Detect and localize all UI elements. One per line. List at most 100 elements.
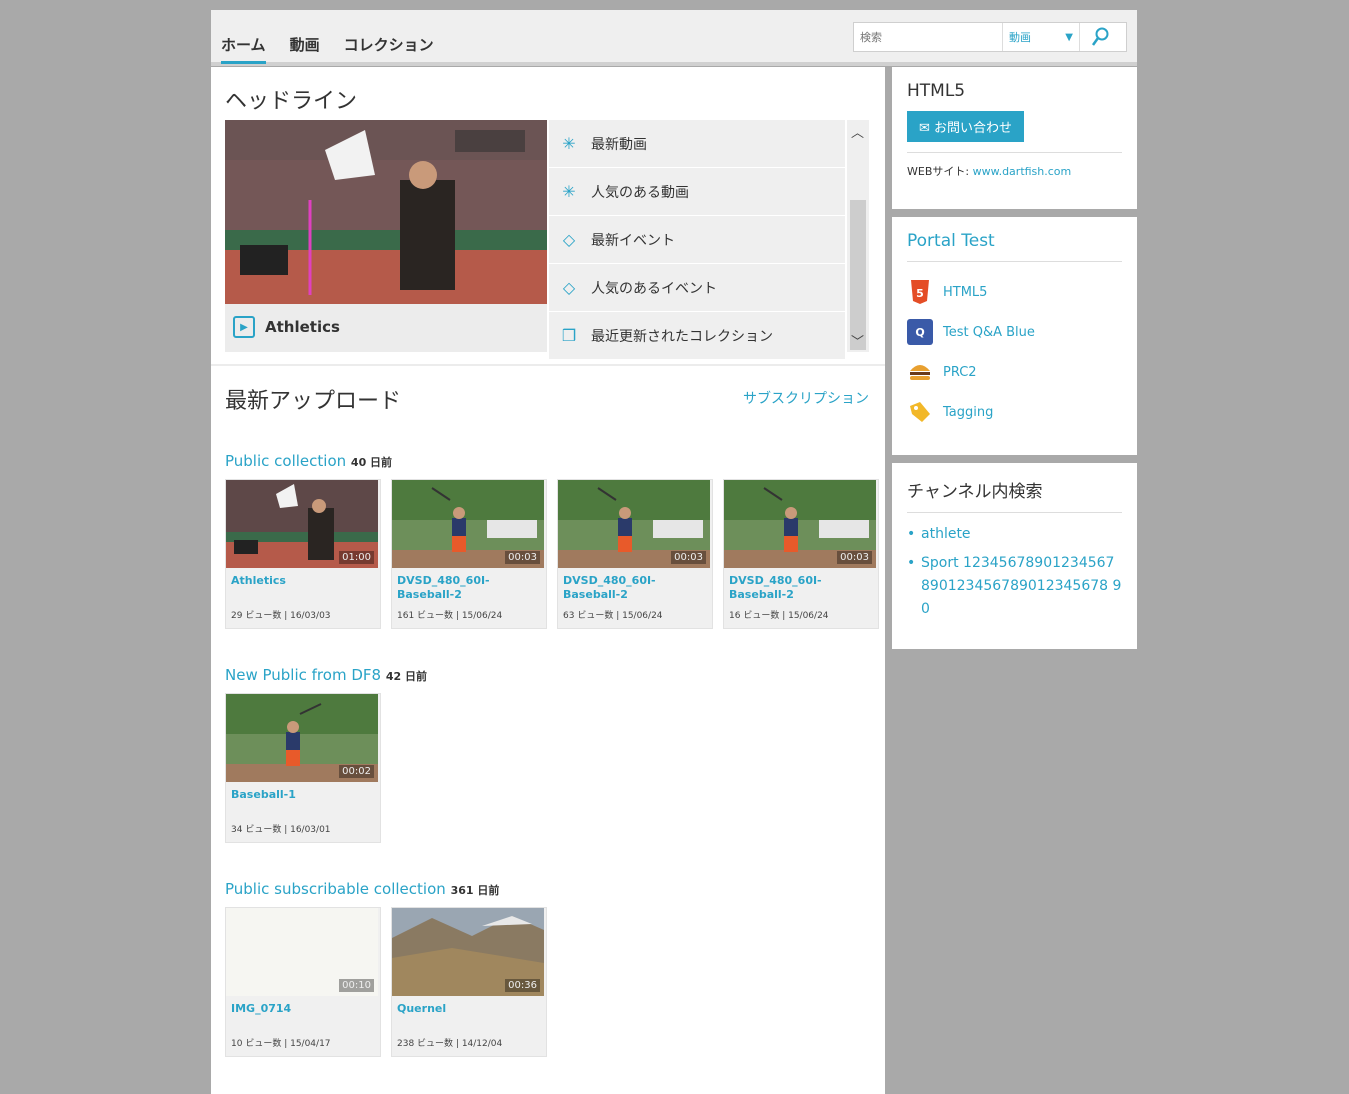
- video-duration: 00:03: [837, 551, 872, 564]
- headline-caption-label: Athletics: [265, 318, 340, 336]
- video-title[interactable]: IMG_0714: [231, 1002, 375, 1016]
- headline-item-latest-videos[interactable]: ✳ 最新動画: [549, 120, 845, 168]
- video-meta: 63 ビュー数 | 15/06/24: [563, 611, 663, 621]
- video-date: 16/03/01: [290, 825, 331, 835]
- channel-info-box: HTML5 ✉ お問い合わせ WEBサイト: www.dartfish.com: [892, 67, 1137, 209]
- video-card[interactable]: 00:36 Quernel 238 ビュー数 | 14/12/04: [391, 907, 547, 1057]
- video-title[interactable]: DVSD_480_60I-Baseball-2: [563, 574, 707, 602]
- video-card[interactable]: 01:00 Athletics 29 ビュー数 | 16/03/03: [225, 479, 381, 629]
- video-thumbnail[interactable]: 00:02: [226, 694, 378, 782]
- video-title[interactable]: Baseball-1: [231, 788, 375, 802]
- search-button[interactable]: [1079, 23, 1120, 51]
- tab-collections[interactable]: コレクション: [344, 34, 434, 64]
- video-title[interactable]: DVSD_480_60I-Baseball-2: [729, 574, 873, 602]
- video-card[interactable]: 00:10 IMG_0714 10 ビュー数 | 15/04/17: [225, 907, 381, 1057]
- collection-link[interactable]: New Public from DF8: [225, 666, 381, 684]
- collection-link[interactable]: Public subscribable collection: [225, 880, 446, 898]
- uploads-title: 最新アップロード: [225, 389, 402, 414]
- headline-thumbnail[interactable]: [225, 120, 547, 304]
- video-card[interactable]: 00:02 Baseball-1 34 ビュー数 | 16/03/01: [225, 693, 381, 843]
- video-duration: 01:00: [339, 551, 374, 564]
- headline-item-label: 最近更新されたコレクション: [591, 328, 773, 345]
- video-thumbnail[interactable]: 00:36: [392, 908, 544, 996]
- search-scope-select[interactable]: 動画 ▼: [1002, 23, 1079, 51]
- video-card[interactable]: 00:03 DVSD_480_60I-Baseball-2 16 ビュー数 | …: [723, 479, 879, 629]
- video-views: 238 ビュー数: [397, 1039, 454, 1049]
- website-info: WEBサイト: www.dartfish.com: [907, 163, 1122, 179]
- portal-item-prc2[interactable]: PRC2: [907, 352, 1122, 392]
- video-date: 15/06/24: [788, 611, 829, 621]
- video-card[interactable]: 00:03 DVSD_480_60I-Baseball-2 161 ビュー数 |…: [391, 479, 547, 629]
- collection-age: 40 日前: [350, 456, 393, 469]
- headline-item-popular-videos[interactable]: ✳ 人気のある動画: [549, 168, 845, 216]
- video-title[interactable]: Athletics: [231, 574, 375, 588]
- headline-item-popular-events[interactable]: ◇ 人気のあるイベント: [549, 264, 845, 312]
- burger-icon: [907, 359, 933, 385]
- headline-list: ✳ 最新動画 ✳ 人気のある動画 ◇ 最新イベント ◇ 人気のあるイベント ❒ …: [549, 120, 845, 360]
- section-divider: [211, 364, 885, 366]
- video-thumbnail[interactable]: 00:03: [558, 480, 710, 568]
- top-bar: ホーム 動画 コレクション 動画 ▼: [211, 10, 1137, 66]
- video-meta: 161 ビュー数 | 15/06/24: [397, 611, 503, 621]
- headline-panel: ▶ Athletics ✳ 最新動画 ✳ 人気のある動画 ◇ 最新イベント ◇ …: [225, 120, 871, 360]
- collection-title: Public subscribable collection 361 日前: [225, 880, 499, 898]
- portal-item-label: HTML5: [943, 284, 988, 300]
- contact-button[interactable]: ✉ お問い合わせ: [907, 111, 1025, 142]
- main-nav: ホーム 動画 コレクション: [221, 34, 434, 64]
- video-meta: 29 ビュー数 | 16/03/03: [231, 611, 331, 621]
- chevron-up-icon[interactable]: ︿: [851, 122, 864, 141]
- video-thumbnail[interactable]: 00:10: [226, 908, 378, 996]
- video-meta: 10 ビュー数 | 15/04/17: [231, 1039, 331, 1049]
- headline-item-updated-collections[interactable]: ❒ 最近更新されたコレクション: [549, 312, 845, 360]
- video-thumbnail[interactable]: 00:03: [392, 480, 544, 568]
- subscription-link[interactable]: サブスクリプション: [743, 388, 869, 408]
- channel-search-item[interactable]: • athlete: [907, 523, 1122, 546]
- qa-icon: Q: [907, 319, 933, 345]
- portal-item-tagging[interactable]: Tagging: [907, 392, 1122, 432]
- video-duration: 00:10: [339, 979, 374, 992]
- portal-item-test-qa-blue[interactable]: Q Test Q&A Blue: [907, 312, 1122, 352]
- website-link[interactable]: www.dartfish.com: [973, 165, 1072, 178]
- collection-icon: ❒: [561, 326, 577, 345]
- collection-link[interactable]: Public collection: [225, 452, 346, 470]
- portal-title[interactable]: Portal Test: [907, 231, 1122, 251]
- headline-caption[interactable]: ▶ Athletics: [233, 316, 340, 338]
- tab-home[interactable]: ホーム: [221, 34, 266, 64]
- channel-title: HTML5: [907, 81, 966, 101]
- video-views: 10 ビュー数: [231, 1039, 282, 1049]
- video-title[interactable]: Quernel: [397, 1002, 541, 1016]
- contact-button-label: お問い合わせ: [934, 121, 1013, 136]
- video-views: 34 ビュー数: [231, 825, 282, 835]
- video-meta: 34 ビュー数 | 16/03/01: [231, 825, 331, 835]
- portal-item-html5[interactable]: 5 HTML5: [907, 272, 1122, 312]
- video-card[interactable]: 00:03 DVSD_480_60I-Baseball-2 63 ビュー数 | …: [557, 479, 713, 629]
- video-duration: 00:36: [505, 979, 540, 992]
- headline-video[interactable]: ▶ Athletics: [225, 120, 547, 352]
- video-thumbnail[interactable]: 01:00: [226, 480, 378, 568]
- video-date: 15/06/24: [622, 611, 663, 621]
- divider: [907, 152, 1122, 153]
- channel-search-item[interactable]: • Sport 123456789012345678901234567890123…: [907, 552, 1122, 621]
- video-views: 161 ビュー数: [397, 611, 454, 621]
- headline-item-label: 最新イベント: [591, 232, 675, 249]
- website-label: WEBサイト:: [907, 165, 970, 178]
- headline-item-latest-events[interactable]: ◇ 最新イベント: [549, 216, 845, 264]
- mail-icon: ✉: [919, 121, 930, 136]
- video-thumbnail[interactable]: 00:03: [724, 480, 876, 568]
- video-duration: 00:02: [339, 765, 374, 778]
- tag-icon: ◇: [562, 230, 576, 249]
- scrollbar-thumb[interactable]: [850, 200, 866, 350]
- divider: [907, 512, 1122, 513]
- portal-item-label: Test Q&A Blue: [943, 324, 1035, 340]
- video-title[interactable]: DVSD_480_60I-Baseball-2: [397, 574, 541, 602]
- channel-search-item-label: athlete: [921, 526, 971, 542]
- channel-search-title: チャンネル内検索: [907, 482, 1043, 502]
- chevron-down-icon[interactable]: ﹀: [851, 331, 864, 350]
- tab-videos[interactable]: 動画: [290, 34, 320, 64]
- video-meta: 238 ビュー数 | 14/12/04: [397, 1039, 503, 1049]
- bullet-icon: •: [907, 555, 916, 571]
- video-meta: 16 ビュー数 | 15/06/24: [729, 611, 829, 621]
- headline-scrollbar[interactable]: ︿ ﹀: [847, 120, 869, 352]
- search-input[interactable]: [854, 29, 1002, 45]
- search-bar: 動画 ▼: [853, 22, 1127, 52]
